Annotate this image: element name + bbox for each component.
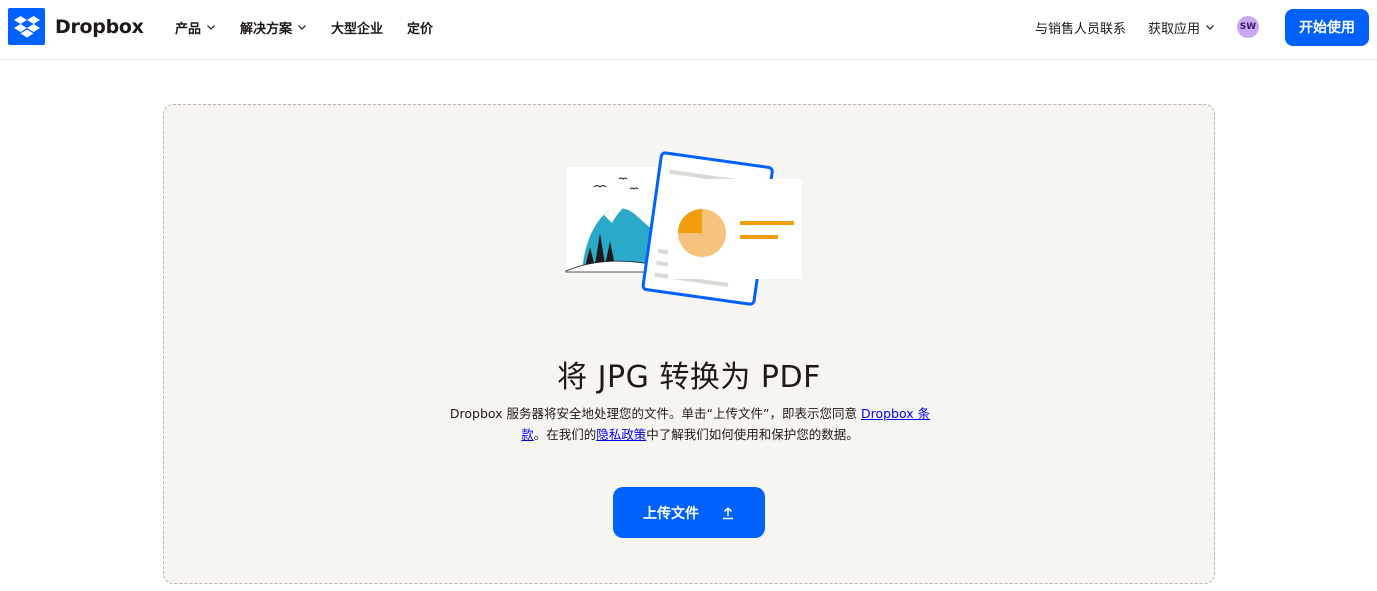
nav-item-products[interactable]: 产品 <box>175 18 216 37</box>
notice-text-3: 中了解我们如何使用和保护您的数据。 <box>646 427 859 442</box>
avatar[interactable]: SW <box>1237 16 1259 38</box>
get-started-button[interactable]: 开始使用 <box>1285 8 1369 46</box>
nav-item-pricing[interactable]: 定价 <box>407 18 433 37</box>
nav-item-label: 大型企业 <box>331 21 384 37</box>
chevron-down-icon <box>1206 25 1214 30</box>
chevron-down-icon <box>298 25 306 30</box>
upload-dropzone[interactable]: 将 JPG 转换为 PDF Dropbox 服务器将安全地处理您的文件。单击“上… <box>163 104 1215 584</box>
brand-name: Dropbox <box>55 15 144 38</box>
get-app-menu[interactable]: 获取应用 <box>1148 18 1215 37</box>
nav-right: 与销售人员联系 获取应用 SW 开始使用 <box>1035 0 1369 54</box>
notice-text-1: Dropbox 服务器将安全地处理您的文件。单击“上传文件”，即表示您同意 <box>449 406 861 421</box>
top-navigation: Dropbox 产品 解决方案 大型企业 定价 与销售人员联系 获取应用 SW … <box>0 0 1377 60</box>
contact-sales-label: 与销售人员联系 <box>1034 21 1126 37</box>
upload-file-button[interactable]: 上传文件 <box>613 487 765 538</box>
nav-item-solutions[interactable]: 解决方案 <box>240 18 307 37</box>
nav-item-label: 解决方案 <box>240 21 293 37</box>
main-nav: 产品 解决方案 大型企业 定价 <box>175 0 457 54</box>
nav-item-label: 产品 <box>175 21 202 37</box>
contact-sales-link[interactable]: 与销售人员联系 <box>1035 18 1126 37</box>
jpg-to-pdf-illustration-icon <box>565 151 802 306</box>
get-app-label: 获取应用 <box>1147 21 1200 37</box>
notice-text-2: 。在我们的 <box>533 427 597 442</box>
dropbox-logo[interactable]: Dropbox <box>8 8 144 45</box>
chevron-down-icon <box>207 25 215 30</box>
page-title: 将 JPG 转换为 PDF <box>557 360 821 395</box>
upload-button-label: 上传文件 <box>643 505 699 522</box>
privacy-policy-link[interactable]: 隐私政策 <box>596 427 646 442</box>
dropbox-logo-icon <box>8 8 45 45</box>
nav-item-label: 定价 <box>407 21 434 37</box>
upload-arrow-icon <box>723 506 733 519</box>
privacy-notice: Dropbox 服务器将安全地处理您的文件。单击“上传文件”，即表示您同意 Dr… <box>440 403 940 445</box>
nav-item-enterprise[interactable]: 大型企业 <box>331 18 383 37</box>
